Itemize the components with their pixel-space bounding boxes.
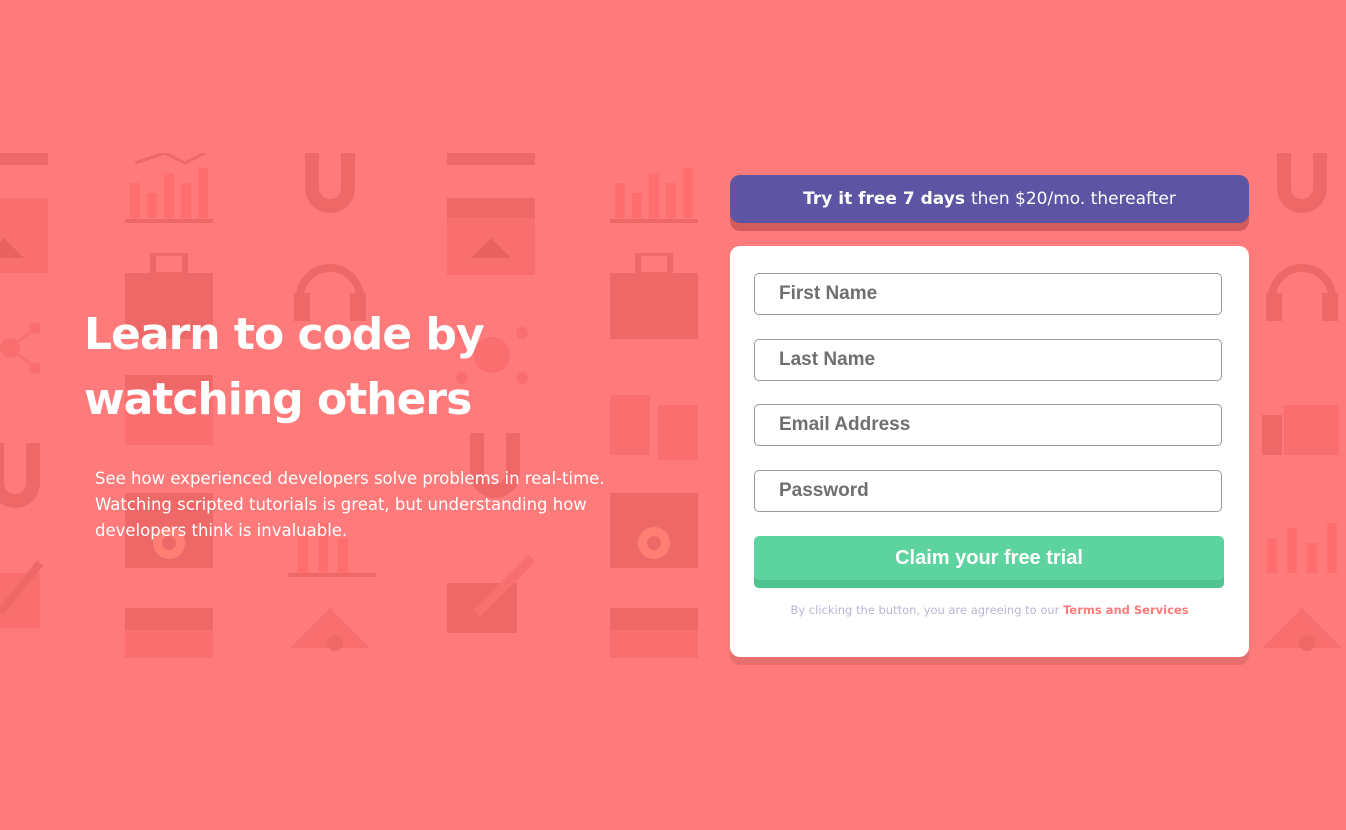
eye-icon: [290, 608, 370, 651]
offer-rest-text: then $20/mo. thereafter: [970, 189, 1176, 209]
magnet-icon: [1277, 153, 1327, 213]
terms-link[interactable]: Terms and Services: [1063, 603, 1188, 617]
terms-text: By clicking the button, you are agreeing…: [790, 603, 1060, 617]
browser-icon: [447, 153, 535, 275]
signup-form: Claim your free trial By clicking the bu…: [730, 246, 1249, 657]
browser-icon: [125, 608, 213, 658]
eye-icon: [1262, 608, 1342, 651]
network-icon: [0, 322, 41, 374]
last-name-field[interactable]: [754, 339, 1222, 381]
hero-title-line-2: watching others: [84, 374, 472, 425]
hero-title-line-1: Learn to code by: [84, 309, 485, 360]
chart-icon: [125, 153, 213, 223]
offer-banner: Try it free 7 days then $20/mo. thereaft…: [730, 175, 1249, 223]
hero-title: Learn to code by watching others: [84, 302, 644, 432]
terms-notice: By clicking the button, you are agreeing…: [730, 603, 1249, 617]
pencil-icon: [447, 554, 535, 633]
browser-icon: [0, 153, 48, 273]
magnet-icon: [305, 153, 355, 213]
chart-icon: [610, 168, 698, 223]
first-name-field[interactable]: [754, 273, 1222, 315]
hero-section: Learn to code by watching others See how…: [84, 302, 644, 544]
browser-icon: [610, 608, 698, 658]
password-field[interactable]: [754, 470, 1222, 512]
hero-description: See how experienced developers solve pro…: [95, 469, 605, 540]
thumbs-up-icon: [1262, 405, 1339, 455]
chart-icon: [1267, 523, 1337, 573]
email-field[interactable]: [754, 404, 1222, 446]
headset-icon: [1266, 264, 1338, 321]
magnet-icon: [0, 443, 40, 508]
offer-bold-text: Try it free 7 days: [803, 189, 965, 209]
pencil-icon: [0, 560, 44, 628]
claim-trial-button[interactable]: Claim your free trial: [754, 536, 1224, 588]
